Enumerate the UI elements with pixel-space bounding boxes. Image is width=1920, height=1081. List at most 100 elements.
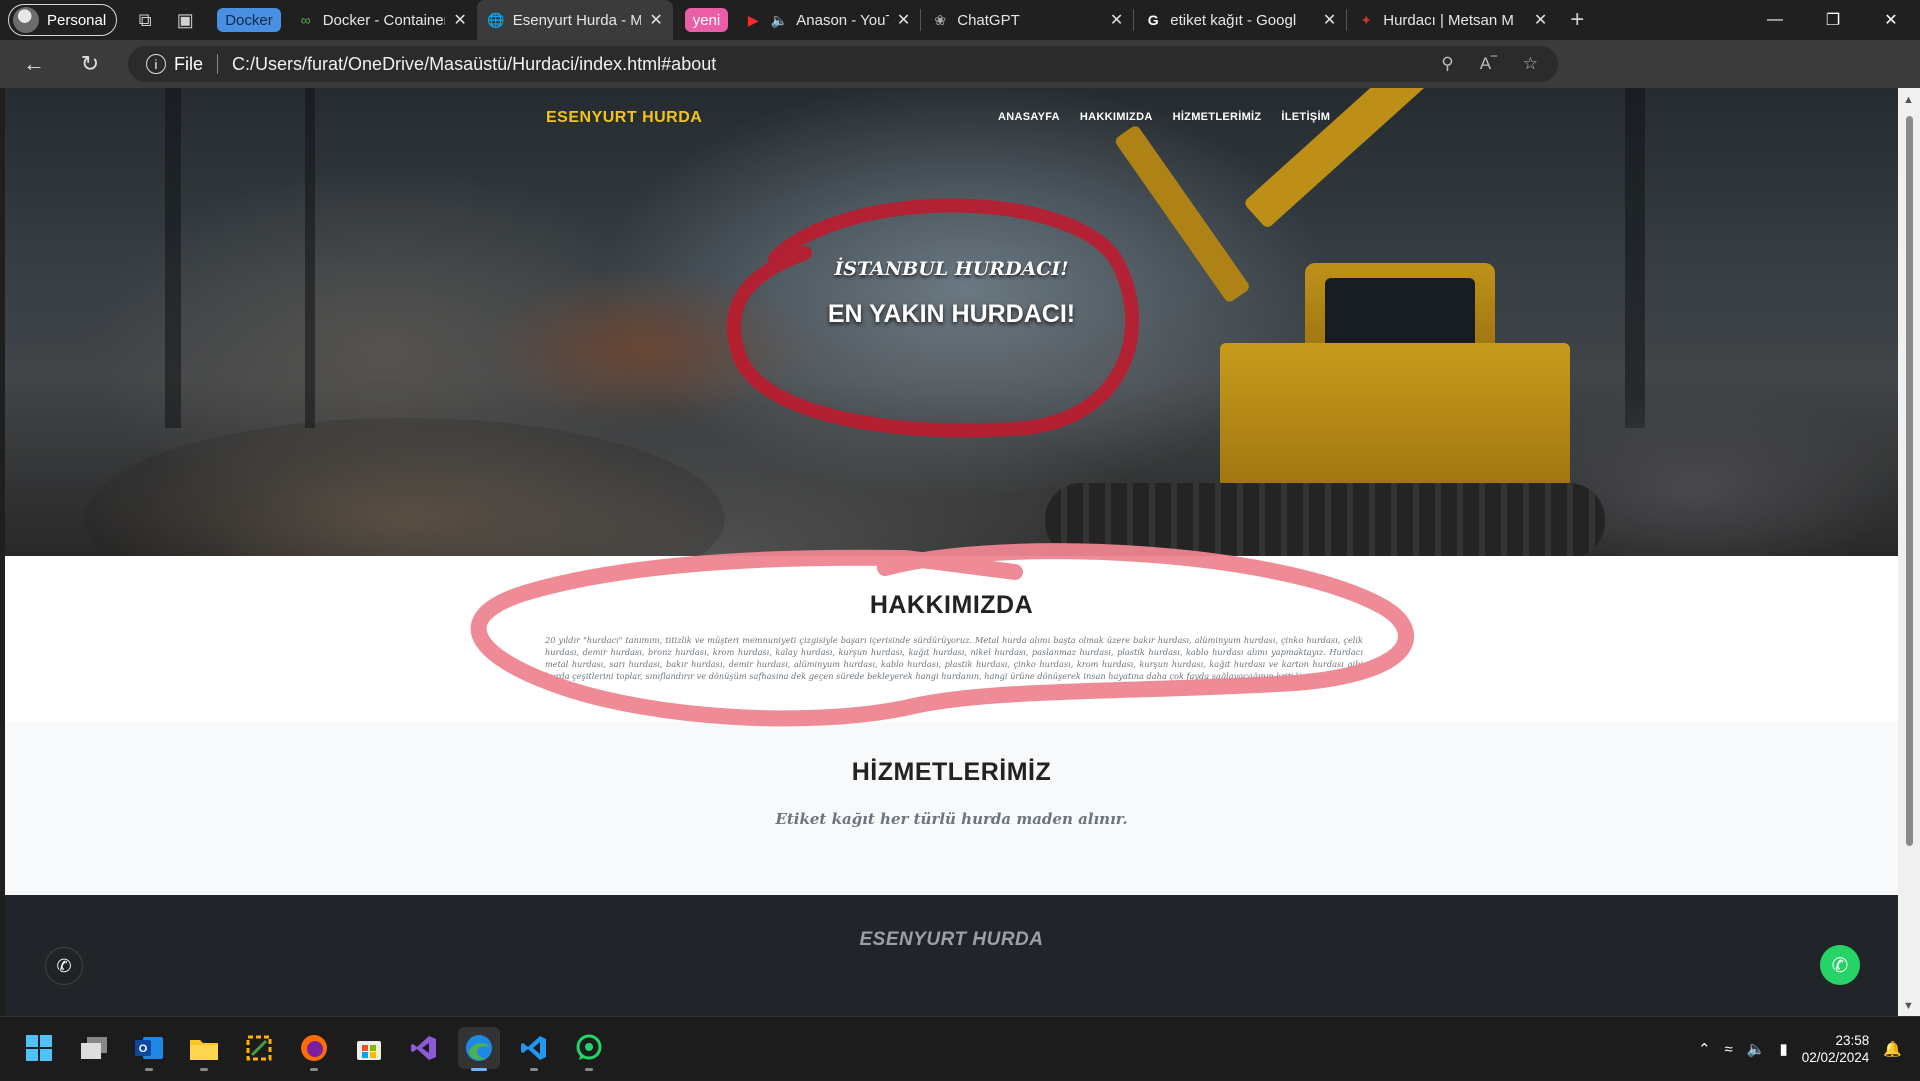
- about-text: 20 yıldır "hurdacı" tanımını, titizlik v…: [545, 635, 1363, 681]
- footer-brand: ESENYURT HURDA: [859, 929, 1044, 950]
- browser-tab-bar: Personal ⧉ ▣ Docker ∞ Docker - Container…: [0, 0, 1920, 40]
- wifi-icon[interactable]: ≈: [1725, 1041, 1733, 1058]
- nav-hizmetlerimiz[interactable]: HİZMETLERİMİZ: [1173, 111, 1262, 123]
- scroll-up-icon[interactable]: ▲: [1903, 94, 1914, 106]
- address-url[interactable]: C:/Users/furat/OneDrive/Masaüstü/Hurdaci…: [232, 54, 716, 75]
- running-indicator: [471, 1068, 487, 1071]
- site-nav: ANASAYFA HAKKIMIZDA HİZMETLERİMİZ İLETİŞ…: [998, 111, 1330, 123]
- close-icon[interactable]: ✕: [453, 10, 466, 30]
- close-icon[interactable]: ✕: [649, 10, 662, 30]
- clock-time: 23:58: [1835, 1033, 1870, 1048]
- tab-google-search[interactable]: G etiket kağıt - Googl ✕: [1134, 0, 1346, 40]
- hero-section: ESENYURT HURDA ANASAYFA HAKKIMIZDA HİZME…: [5, 88, 1898, 556]
- close-icon[interactable]: ✕: [897, 10, 910, 30]
- running-indicator: [145, 1068, 153, 1071]
- windows-start-icon[interactable]: [18, 1027, 60, 1069]
- task-view-icon[interactable]: [73, 1027, 115, 1069]
- window-close-icon[interactable]: ✕: [1862, 0, 1920, 40]
- system-tray: ⌃ ≈ 🔈 ▮ 23:58 02/02/2024 🔔: [1698, 1017, 1902, 1081]
- tray-overflow-icon[interactable]: ⌃: [1698, 1040, 1711, 1058]
- read-aloud-icon[interactable]: A‾: [1480, 54, 1497, 74]
- about-heading: HAKKIMIZDA: [869, 591, 1034, 619]
- close-icon[interactable]: ✕: [1534, 10, 1547, 30]
- profile-button[interactable]: Personal: [8, 4, 118, 36]
- running-indicator: [310, 1068, 318, 1071]
- address-bar[interactable]: i File C:/Users/furat/OneDrive/Masaüstü/…: [128, 46, 1558, 82]
- clock[interactable]: 23:58 02/02/2024: [1802, 1032, 1870, 1066]
- tab-anason-youtube[interactable]: ▶ 🔈 Anason - YouTu ✕: [734, 0, 920, 40]
- chatgpt-icon: ❀: [934, 11, 947, 28]
- restore-icon[interactable]: ❐: [1804, 0, 1862, 40]
- minimize-icon[interactable]: —: [1746, 0, 1804, 40]
- address-divider: [217, 54, 219, 74]
- vscode-icon[interactable]: [513, 1027, 555, 1071]
- whatsapp-icon[interactable]: [568, 1027, 610, 1071]
- profile-avatar: [13, 7, 39, 33]
- site-footer: ESENYURT HURDA: [5, 895, 1898, 1016]
- site-brand[interactable]: ESENYURT HURDA: [546, 109, 702, 127]
- tab-actions-icon[interactable]: ▣: [165, 0, 205, 40]
- docker-icon: ∞: [300, 12, 311, 28]
- tab-docker[interactable]: ∞ Docker - Container l ✕: [287, 0, 477, 40]
- close-icon[interactable]: ✕: [1323, 10, 1336, 30]
- site-info-icon[interactable]: i: [146, 54, 166, 74]
- firefox-icon[interactable]: [293, 1027, 335, 1071]
- svg-text:O: O: [139, 1043, 148, 1055]
- file-explorer-icon[interactable]: [183, 1027, 225, 1071]
- running-indicator: [585, 1068, 593, 1071]
- notifications-icon[interactable]: 🔔: [1883, 1040, 1902, 1058]
- page-viewport: ESENYURT HURDA ANASAYFA HAKKIMIZDA HİZME…: [5, 88, 1898, 1016]
- visual-studio-icon[interactable]: [403, 1027, 445, 1069]
- nav-iletisim[interactable]: İLETİŞİM: [1281, 111, 1330, 123]
- zoom-icon[interactable]: ⚲: [1441, 54, 1453, 74]
- tab-esenyurt-hurda[interactable]: 🌐 Esenyurt Hurda - M ✕: [476, 0, 673, 40]
- services-section: HİZMETLERİMİZ Etiket kağıt her türlü hur…: [5, 722, 1898, 895]
- whatsapp-button[interactable]: ✆: [1820, 945, 1860, 985]
- tab-group-yeni[interactable]: yeni: [684, 8, 729, 32]
- snipping-tool-icon[interactable]: [238, 1027, 280, 1069]
- tab-title: Esenyurt Hurda - M: [512, 11, 642, 29]
- tab-group-docker[interactable]: Docker: [217, 8, 281, 32]
- tab-title: Anason - YouTu: [796, 11, 889, 29]
- tab-title: ChatGPT: [957, 11, 1020, 29]
- tab-metsan[interactable]: ✦ Hurdacı | Metsan M ✕: [1347, 0, 1557, 40]
- nav-anasayfa[interactable]: ANASAYFA: [998, 111, 1060, 123]
- volume-icon[interactable]: 🔈: [1747, 1040, 1766, 1058]
- close-icon[interactable]: ✕: [1110, 10, 1123, 30]
- services-heading: HİZMETLERİMİZ: [851, 758, 1052, 786]
- metsan-icon: ✦: [1360, 11, 1373, 28]
- services-text: Etiket kağıt her türlü hurda maden alını…: [775, 810, 1128, 828]
- phone-call-button[interactable]: ✆: [45, 947, 83, 985]
- tab-title: Hurdacı | Metsan M: [1383, 11, 1514, 29]
- edge-icon[interactable]: [458, 1027, 500, 1071]
- clock-date: 02/02/2024: [1801, 1050, 1870, 1065]
- favorite-star-icon[interactable]: ☆: [1523, 54, 1538, 74]
- globe-icon: 🌐: [487, 11, 505, 28]
- tab-title: Docker - Container l: [322, 11, 446, 29]
- workspaces-icon[interactable]: ⧉: [125, 0, 165, 40]
- tab-title: etiket kağıt - Googl: [1170, 11, 1297, 29]
- scroll-down-icon[interactable]: ▼: [1903, 1000, 1914, 1012]
- about-section: HAKKIMIZDA 20 yıldır "hurdacı" tanımını,…: [5, 556, 1898, 722]
- page-scrollbar[interactable]: ▲ ▼: [1898, 88, 1920, 1016]
- hero-title: EN YAKIN HURDACI!: [827, 300, 1076, 328]
- youtube-icon: ▶: [747, 11, 759, 28]
- tab-chatgpt[interactable]: ❀ ChatGPT ✕: [921, 0, 1133, 40]
- speaker-icon[interactable]: 🔈: [770, 11, 788, 29]
- new-tab-icon[interactable]: +: [1557, 0, 1597, 40]
- hero-subtitle: İSTANBUL HURDACI!: [834, 258, 1069, 280]
- microsoft-store-icon[interactable]: [348, 1027, 390, 1069]
- nav-hakkimizda[interactable]: HAKKIMIZDA: [1080, 111, 1153, 123]
- scheme-label: File: [174, 53, 204, 74]
- back-icon[interactable]: ←: [12, 44, 56, 84]
- refresh-icon[interactable]: ↻: [68, 44, 112, 84]
- google-icon: G: [1147, 12, 1159, 28]
- profile-label: Personal: [47, 11, 107, 29]
- windows-taskbar: O ⌃ ≈ 🔈 ▮ 23:58 02/02/2024 🔔: [0, 1016, 1920, 1080]
- running-indicator: [530, 1068, 538, 1071]
- battery-icon[interactable]: ▮: [1779, 1040, 1787, 1058]
- running-indicator: [200, 1068, 208, 1071]
- outlook-icon[interactable]: O: [128, 1027, 170, 1071]
- address-toolbar: ← ↻ i File C:/Users/furat/OneDrive/Masaü…: [0, 40, 1920, 113]
- scrollbar-thumb[interactable]: [1906, 116, 1913, 846]
